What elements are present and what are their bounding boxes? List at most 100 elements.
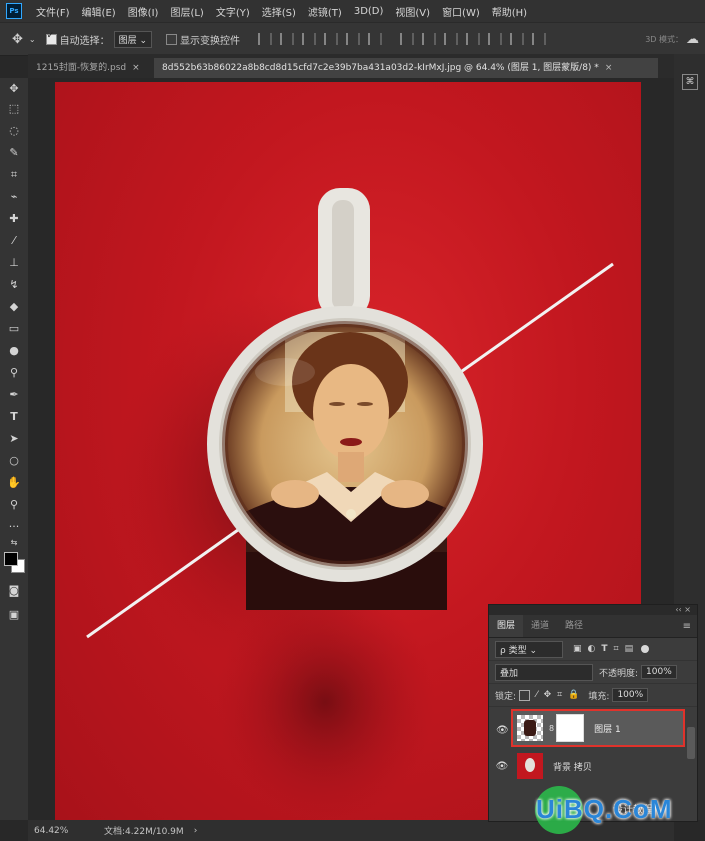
chevron-down-icon[interactable]: ⌄ bbox=[29, 35, 36, 44]
lock-all-icon[interactable]: 🔒 bbox=[568, 690, 579, 700]
tab-document-1[interactable]: 1215封面-恢复的.psd × bbox=[28, 58, 154, 78]
menu-3d[interactable]: 3D(D) bbox=[348, 6, 390, 17]
smart-object-filter-icon[interactable]: ▤ bbox=[625, 644, 634, 654]
3d-orbit-icon[interactable]: ☁ bbox=[686, 32, 699, 47]
lasso-tool-icon[interactable]: ◌ bbox=[3, 122, 25, 140]
quick-mask-icon[interactable]: ◙ bbox=[3, 582, 25, 600]
menu-file[interactable]: 文件(F) bbox=[30, 4, 76, 19]
layer-thumbnail bbox=[517, 715, 543, 741]
menu-image[interactable]: 图像(I) bbox=[122, 4, 165, 19]
auto-select-target-dropdown[interactable]: 图层 ⌄ bbox=[113, 30, 153, 48]
align-top-icon[interactable] bbox=[258, 33, 273, 45]
status-menu-arrow[interactable]: › bbox=[194, 826, 198, 836]
auto-align-icon[interactable] bbox=[532, 33, 547, 45]
pen-tool-icon[interactable]: ✒ bbox=[3, 386, 25, 404]
menu-edit[interactable]: 编辑(E) bbox=[76, 4, 122, 19]
opacity-input[interactable]: 100% bbox=[641, 665, 677, 679]
visibility-eye-icon[interactable]: 👁 bbox=[496, 725, 509, 736]
panel-menu-icon[interactable]: ≡ bbox=[683, 621, 697, 632]
menu-filter[interactable]: 滤镜(T) bbox=[302, 4, 348, 19]
layer-row-selected[interactable]: 8 图层 1 bbox=[511, 709, 685, 747]
stamp-tool-icon[interactable]: ⊥ bbox=[3, 254, 25, 272]
lock-label: 锁定: bbox=[495, 691, 517, 702]
watermark: UiBQ.CoM bbox=[530, 780, 705, 836]
lock-position-icon[interactable]: ✥ bbox=[544, 690, 552, 700]
tab-layers[interactable]: 图层 bbox=[489, 615, 524, 637]
align-hcenter-icon[interactable] bbox=[346, 33, 361, 45]
filter-toggle[interactable] bbox=[641, 645, 650, 653]
filter-kind-dropdown[interactable]: ρ 类型 ⌄ bbox=[495, 640, 563, 658]
visibility-eye-icon[interactable]: 👁 bbox=[495, 761, 509, 772]
brush-tool-icon[interactable]: ⁄ bbox=[3, 232, 25, 250]
pixel-filter-icon[interactable]: ▣ bbox=[573, 644, 582, 654]
swap-colors-icon[interactable]: ⇆ bbox=[3, 534, 25, 552]
auto-select-label: 自动选择： bbox=[59, 35, 110, 47]
auto-select-checkbox[interactable] bbox=[45, 31, 57, 45]
fill-input[interactable]: 100% bbox=[612, 688, 649, 702]
blend-mode-dropdown[interactable]: 叠加 bbox=[495, 663, 593, 681]
close-icon[interactable]: × bbox=[132, 63, 140, 73]
distribute-right-icon[interactable] bbox=[510, 33, 525, 45]
move-tool-icon[interactable]: ✥ bbox=[3, 80, 25, 98]
layer-mask-thumbnail[interactable] bbox=[556, 714, 585, 742]
layers-scrollbar[interactable] bbox=[687, 727, 695, 759]
lock-pixels-icon[interactable]: ⁄ bbox=[536, 690, 538, 700]
distribute-bottom-icon[interactable] bbox=[444, 33, 459, 45]
history-brush-icon[interactable]: ↯ bbox=[3, 276, 25, 294]
layer-row[interactable]: 👁 背景 拷贝 bbox=[489, 749, 697, 783]
distribute-hcenter-icon[interactable] bbox=[488, 33, 503, 45]
3d-mode-label: 3D 模式： bbox=[645, 34, 683, 44]
path-select-icon[interactable]: ➤ bbox=[3, 430, 25, 448]
layer-thumbnail bbox=[517, 753, 543, 779]
align-bottom-icon[interactable] bbox=[302, 33, 317, 45]
menu-layer[interactable]: 图层(L) bbox=[164, 4, 209, 19]
link-icon[interactable]: 8 bbox=[549, 724, 554, 733]
layer-name: 背景 拷贝 bbox=[553, 762, 592, 773]
show-transform-checkbox[interactable] bbox=[166, 33, 178, 45]
crop-tool-icon[interactable]: ⌗ bbox=[3, 166, 25, 184]
handle-shadow bbox=[215, 582, 435, 820]
hand-tool-icon[interactable]: ✋ bbox=[3, 474, 25, 492]
tab-paths[interactable]: 路径 bbox=[557, 615, 591, 637]
menu-view[interactable]: 视图(V) bbox=[389, 4, 436, 19]
zoom-level[interactable]: 64.42% bbox=[34, 826, 104, 836]
eraser-tool-icon[interactable]: ◆ bbox=[3, 298, 25, 316]
align-vcenter-icon[interactable] bbox=[280, 33, 295, 45]
type-tool-icon[interactable]: T bbox=[3, 408, 25, 426]
ellipse-tool-icon[interactable]: ○ bbox=[3, 452, 25, 470]
distribute-top-icon[interactable] bbox=[400, 33, 415, 45]
shape-filter-icon[interactable]: ⌗ bbox=[614, 644, 619, 654]
lock-artboard-icon[interactable]: ⌗ bbox=[557, 690, 562, 700]
lock-row: 锁定: ⁄ ✥ ⌗ 🔒 填充: 100% bbox=[489, 684, 697, 707]
type-filter-icon[interactable]: T bbox=[601, 644, 607, 654]
align-right-icon[interactable] bbox=[368, 33, 383, 45]
layer-filter-row: ρ 类型 ⌄ ▣ ◐ T ⌗ ▤ bbox=[489, 638, 697, 661]
marquee-tool-icon[interactable]: ⬚ bbox=[3, 100, 25, 118]
close-icon[interactable]: × bbox=[605, 63, 613, 73]
align-left-icon[interactable] bbox=[324, 33, 339, 45]
distribute-vcenter-icon[interactable] bbox=[422, 33, 437, 45]
panel-collapse-controls[interactable]: ‹‹ × bbox=[489, 605, 697, 615]
menu-bar: Ps 文件(F) 编辑(E) 图像(I) 图层(L) 文字(Y) 选择(S) 滤… bbox=[0, 0, 705, 22]
menu-type[interactable]: 文字(Y) bbox=[210, 4, 256, 19]
gradient-tool-icon[interactable]: ▭ bbox=[3, 320, 25, 338]
tab-document-2[interactable]: 8d552b63b86022a8b8cd8d15cfd7c2e39b7ba431… bbox=[154, 58, 658, 78]
blur-tool-icon[interactable]: ● bbox=[3, 342, 25, 360]
foreground-color-swatch[interactable] bbox=[4, 552, 18, 566]
quick-select-tool-icon[interactable]: ✎ bbox=[3, 144, 25, 162]
history-panel-icon[interactable]: ⌘ bbox=[682, 74, 698, 90]
dodge-tool-icon[interactable]: ⚲ bbox=[3, 364, 25, 382]
menu-select[interactable]: 选择(S) bbox=[256, 4, 302, 19]
screen-mode-icon[interactable]: ▣ bbox=[3, 606, 25, 624]
eyedropper-tool-icon[interactable]: ⌁ bbox=[3, 188, 25, 206]
zoom-tool-icon[interactable]: ⚲ bbox=[3, 496, 25, 514]
tab-channels[interactable]: 通道 bbox=[523, 615, 557, 637]
adjustment-filter-icon[interactable]: ◐ bbox=[588, 644, 596, 654]
lock-transparent-icon[interactable] bbox=[519, 689, 531, 701]
fill-label: 填充: bbox=[588, 691, 610, 702]
menu-window[interactable]: 窗口(W) bbox=[436, 4, 486, 19]
distribute-left-icon[interactable] bbox=[466, 33, 481, 45]
menu-help[interactable]: 帮助(H) bbox=[486, 4, 533, 19]
healing-tool-icon[interactable]: ✚ bbox=[3, 210, 25, 228]
move-tool-icon[interactable]: ✥ bbox=[12, 32, 23, 47]
